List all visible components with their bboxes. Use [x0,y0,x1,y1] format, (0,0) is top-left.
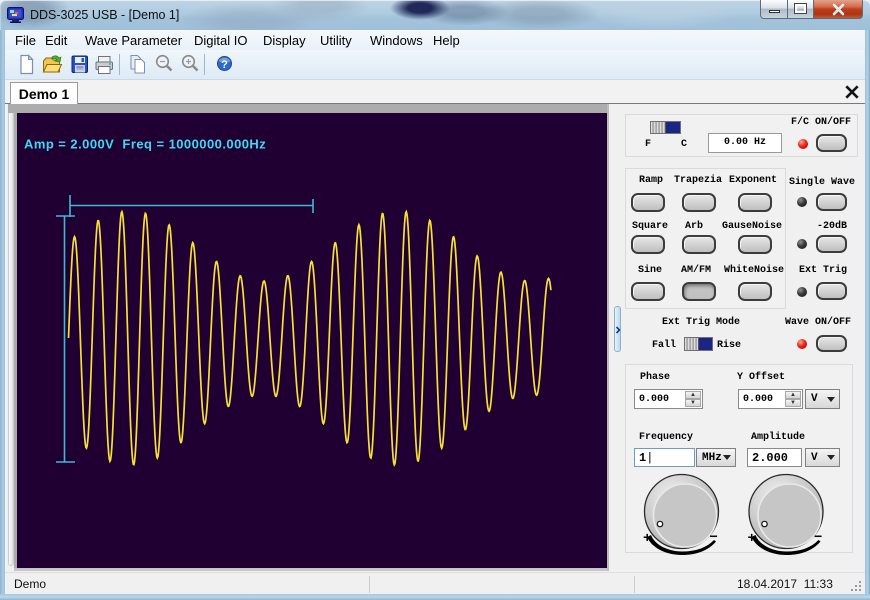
svg-text:−: − [710,530,718,546]
svg-text:?: ? [221,59,228,71]
svg-text:Amp = 2.000V Freq = 1000000.0: Amp = 2.000V Freq = 1000000.000Hz [24,137,266,152]
svg-text:−: − [814,530,822,546]
svg-text:+: + [643,531,651,547]
svg-text:+: + [748,531,756,547]
